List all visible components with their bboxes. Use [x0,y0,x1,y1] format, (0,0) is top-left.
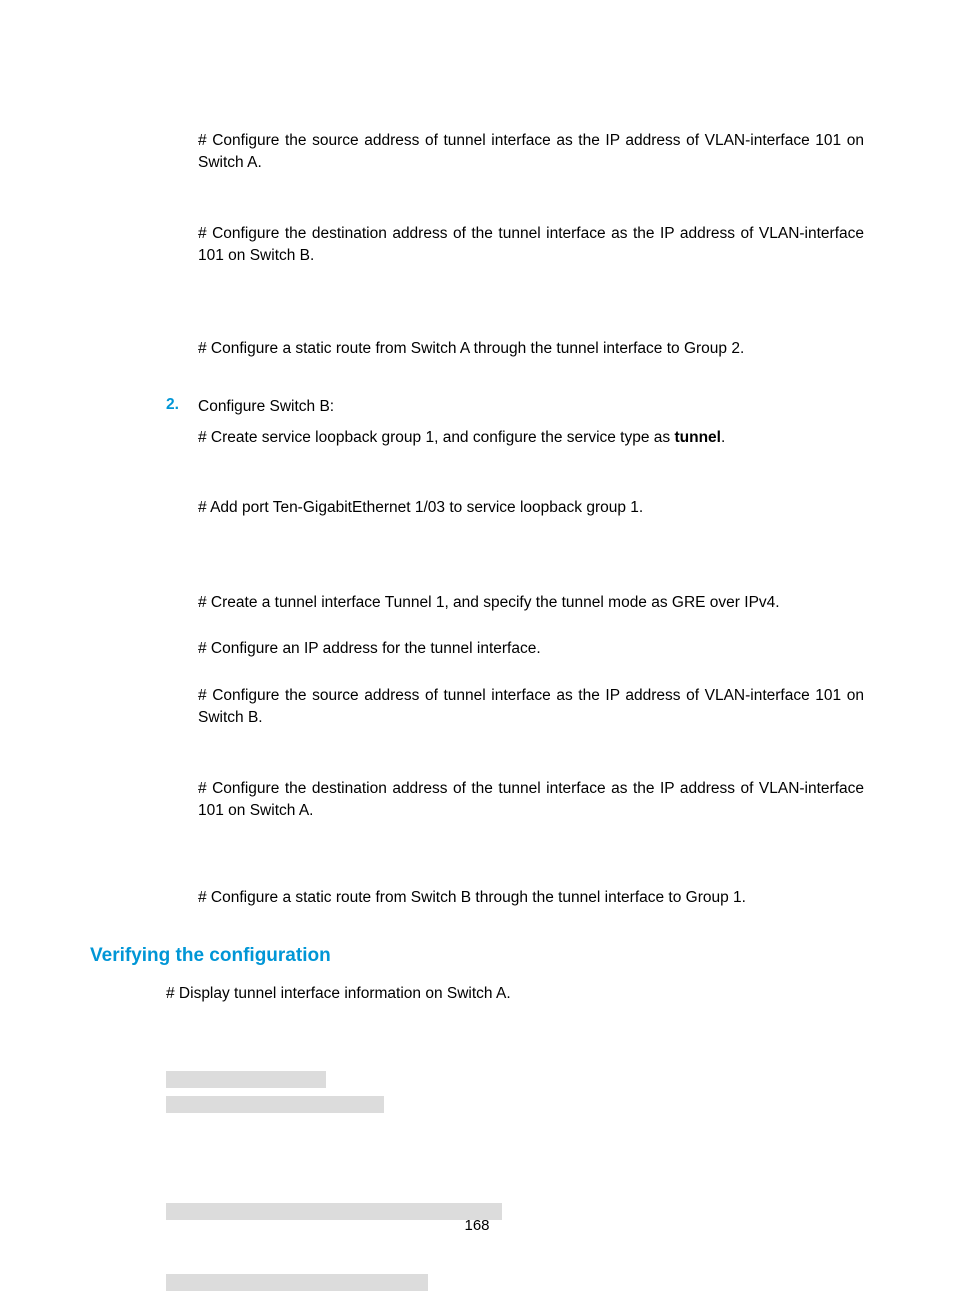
text: # Configure a static route from Switch B… [198,887,864,909]
paragraph-source-addr-a: # Configure the source address of tunnel… [198,130,864,175]
paragraph-service-loopback: # Create service loopback group 1, and c… [198,427,864,449]
text: # Configure the destination address of t… [198,778,864,823]
text: # Configure a static route from Switch A… [198,338,864,360]
text-part-a: # Create service loopback group 1, and c… [198,429,674,446]
section-heading: Verifying the configuration [90,945,864,967]
step-2-row: 2. Configure Switch B: [166,396,864,418]
redacted-block [166,1096,384,1113]
paragraph-dest-addr-b: # Configure the destination address of t… [198,223,864,268]
verify-line: # Display tunnel interface information o… [166,985,864,1003]
paragraph-static-route-b: # Configure a static route from Switch B… [198,887,864,909]
paragraph-dest-addr-a: # Configure the destination address of t… [198,778,864,823]
text: # Create service loopback group 1, and c… [198,427,864,449]
text: # Configure an IP address for the tunnel… [198,638,864,660]
paragraph-static-route-a: # Configure a static route from Switch A… [198,338,864,360]
page-number: 168 [0,1217,954,1234]
text: # Configure the source address of tunnel… [198,685,864,730]
redacted-block [166,1274,428,1291]
step-number: 2. [166,396,198,418]
text: # Configure the destination address of t… [198,223,864,268]
paragraph-ip-addr: # Configure an IP address for the tunnel… [198,638,864,660]
text: # Create a tunnel interface Tunnel 1, an… [198,592,864,614]
redacted-block [166,1071,326,1088]
text: # Add port Ten-GigabitEthernet 1/03 to s… [198,497,864,519]
step-text: Configure Switch B: [198,396,334,418]
paragraph-source-addr-b: # Configure the source address of tunnel… [198,685,864,730]
text-part-c: . [721,429,725,446]
paragraph-add-port: # Add port Ten-GigabitEthernet 1/03 to s… [198,497,864,519]
text: # Configure the source address of tunnel… [198,130,864,175]
paragraph-tunnel-ifc: # Create a tunnel interface Tunnel 1, an… [198,592,864,614]
text-part-bold: tunnel [674,429,721,446]
